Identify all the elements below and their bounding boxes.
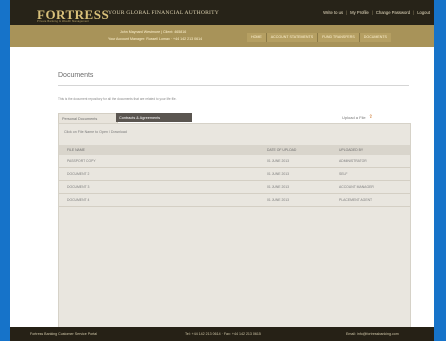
footer-contact: Tel: +44 142 213 0614 · Fax: +44 142 213… <box>185 332 261 336</box>
table-row[interactable]: PASSPORT COPY 01 JUNE 2013 ADMINISTRATOR <box>59 155 410 168</box>
welcome-line-1: John Maynard Westmore | Client: 465816 <box>120 30 187 34</box>
file-name-link[interactable]: PASSPORT COPY <box>67 159 96 163</box>
column-file-name: FILE NAME <box>67 148 85 152</box>
main-navigation: HOME ACCOUNT STATEMENTS FUND TRANSFERS D… <box>247 33 391 42</box>
right-frame <box>434 0 446 341</box>
write-to-us-link[interactable]: Write to us <box>323 10 343 15</box>
top-header: FORTRESS Private Banking & Wealth Manage… <box>10 0 434 25</box>
welcome-line-2: Your Account Manager: Russell Lomax · +4… <box>108 37 203 41</box>
footer-email[interactable]: Email: info@fortressbanking.com <box>346 332 399 336</box>
tagline: YOUR GLOBAL FINANCIAL AUTHORITY <box>108 10 219 16</box>
uploaded-by: ACCOUNT MANAGER <box>339 185 374 189</box>
uploaded-by: SELF <box>339 172 348 176</box>
file-name-link[interactable]: DOCUMENT 2 <box>67 172 89 176</box>
top-navigation: Write to us | My Profile | Change Passwo… <box>323 10 430 15</box>
nav-fund-transfers[interactable]: FUND TRANSFERS <box>317 33 359 42</box>
table-header: FILE NAME DATE OF UPLOAD UPLOADED BY <box>59 145 410 155</box>
file-name-link[interactable]: DOCUMENT 3 <box>67 185 89 189</box>
documents-panel: Click on File Name to Open / Download FI… <box>58 123 411 329</box>
column-date-of-upload: DATE OF UPLOAD <box>267 148 297 152</box>
footer: Fortress Banking Customer Service Portal… <box>10 327 434 341</box>
uploaded-by: PLACEMENT AGENT <box>339 198 373 202</box>
upload-date: 01 JUNE 2013 <box>267 172 290 176</box>
upload-icon: ⇪ <box>368 114 373 120</box>
file-name-link[interactable]: DOCUMENT 4 <box>67 198 89 202</box>
upload-date: 01 JUNE 2013 <box>267 159 290 163</box>
column-uploaded-by: UPLOADED BY <box>339 148 364 152</box>
intro-text: This is the document repository for all … <box>58 97 177 101</box>
logout-link[interactable]: Logout <box>417 10 430 15</box>
uploaded-by: ADMINISTRATOR <box>339 159 367 163</box>
upload-label: Upload a File <box>342 114 366 120</box>
title-divider <box>58 85 409 86</box>
upload-date: 01 JUNE 2013 <box>267 185 290 189</box>
table-row[interactable]: DOCUMENT 2 01 JUNE 2013 SELF <box>59 168 410 181</box>
separator: | <box>413 10 415 15</box>
table-row[interactable]: DOCUMENT 4 01 JUNE 2013 PLACEMENT AGENT <box>59 194 410 207</box>
table-row[interactable]: DOCUMENT 3 01 JUNE 2013 ACCOUNT MANAGER <box>59 181 410 194</box>
open-download-hint: Click on File Name to Open / Download <box>64 130 127 134</box>
nav-documents[interactable]: DOCUMENTS <box>358 33 391 42</box>
left-frame <box>0 0 10 341</box>
change-password-link[interactable]: Change Password <box>376 10 410 15</box>
main-content: Documents This is the document repositor… <box>10 47 434 329</box>
separator: | <box>371 10 373 15</box>
separator: | <box>346 10 348 15</box>
my-profile-link[interactable]: My Profile <box>350 10 369 15</box>
logo-subtitle: Private Banking & Wealth Management <box>37 20 90 23</box>
sub-header: John Maynard Westmore | Client: 465816 Y… <box>10 25 434 47</box>
page-title: Documents <box>58 72 94 79</box>
footer-service: Fortress Banking Customer Service Portal <box>30 332 98 336</box>
nav-home[interactable]: HOME <box>247 33 266 42</box>
upload-date: 01 JUNE 2013 <box>267 198 290 202</box>
upload-file-button[interactable]: Upload a File ⇪ <box>342 114 375 120</box>
nav-account-statements[interactable]: ACCOUNT STATEMENTS <box>265 33 318 42</box>
tab-contracts-agreements[interactable]: Contracts & Agreements <box>116 113 192 122</box>
